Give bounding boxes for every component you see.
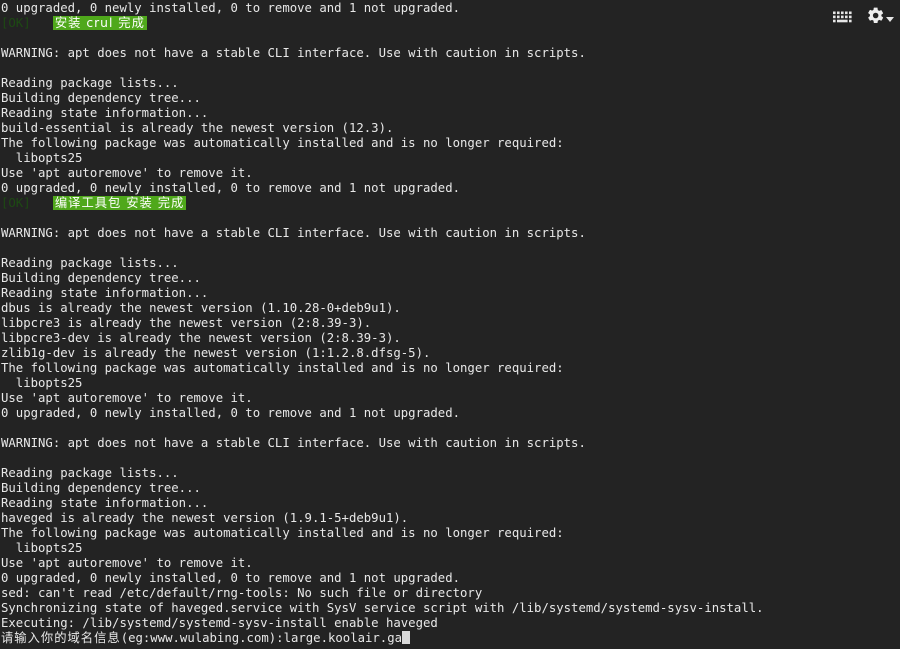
terminal-line: The following package was automatically …: [1, 526, 564, 540]
terminal-output: 0 upgraded, 0 newly installed, 0 to remo…: [1, 0, 900, 646]
terminal-line: libopts25: [1, 151, 83, 165]
settings-menu-button[interactable]: [866, 6, 894, 29]
prompt-label-cjk: 请输入你的域名信息: [1, 631, 121, 645]
terminal-line: dbus is already the newest version (1.10…: [1, 301, 401, 315]
terminal-line: haveged is already the newest version (1…: [1, 511, 409, 525]
floating-toolbar: [830, 6, 894, 29]
status-badge: 编译工具包 安装 完成: [52, 196, 187, 210]
terminal-line: Use 'apt autoremove' to remove it.: [1, 556, 253, 570]
terminal-line: sed: can't read /etc/default/rng-tools: …: [1, 586, 483, 600]
terminal-line: libopts25: [1, 541, 83, 555]
terminal-line: Use 'apt autoremove' to remove it.: [1, 391, 253, 405]
terminal-line: 0 upgraded, 0 newly installed, 0 to remo…: [1, 571, 461, 585]
terminal-line: 0 upgraded, 0 newly installed, 0 to remo…: [1, 406, 461, 420]
terminal-line: WARNING: apt does not have a stable CLI …: [1, 436, 586, 450]
terminal-line: Reading package lists...: [1, 256, 179, 270]
status-badge: 安装 crul 完成: [52, 16, 147, 30]
prompt-label-example: (eg:www.wulabing.com):: [120, 631, 284, 645]
terminal-line: Reading state information...: [1, 286, 209, 300]
terminal-line: Executing: /lib/systemd/systemd-sysv-ins…: [1, 616, 438, 630]
terminal-line: 0 upgraded, 0 newly installed, 0 to remo…: [1, 1, 461, 15]
terminal-window[interactable]: 0 upgraded, 0 newly installed, 0 to remo…: [0, 0, 900, 649]
terminal-line: Building dependency tree...: [1, 481, 201, 495]
terminal-line: libpcre3 is already the newest version (…: [1, 316, 372, 330]
terminal-line: libopts25: [1, 376, 83, 390]
terminal-line: WARNING: apt does not have a stable CLI …: [1, 226, 586, 240]
terminal-line: Building dependency tree...: [1, 271, 201, 285]
terminal-line: The following package was automatically …: [1, 361, 564, 375]
terminal-line: Use 'apt autoremove' to remove it.: [1, 166, 253, 180]
chevron-down-icon: [886, 16, 894, 22]
text-cursor: [402, 631, 411, 644]
domain-input-value[interactable]: large.koolair.ga: [284, 631, 402, 645]
gear-icon: [866, 6, 885, 29]
terminal-line: 0 upgraded, 0 newly installed, 0 to remo…: [1, 181, 461, 195]
terminal-line: [OK] 安装 crul 完成: [1, 16, 900, 31]
terminal-line: zlib1g-dev is already the newest version…: [1, 346, 431, 360]
terminal-line: Reading state information...: [1, 106, 209, 120]
status-ok-tag: [OK]: [1, 16, 31, 30]
keyboard-icon[interactable]: [830, 7, 856, 29]
terminal-line: Reading package lists...: [1, 76, 179, 90]
terminal-line: WARNING: apt does not have a stable CLI …: [1, 46, 586, 60]
prompt-line[interactable]: 请输入你的域名信息(eg:www.wulabing.com):large.koo…: [1, 631, 900, 646]
terminal-line: build-essential is already the newest ve…: [1, 121, 394, 135]
terminal-line: Building dependency tree...: [1, 91, 201, 105]
terminal-line: The following package was automatically …: [1, 136, 564, 150]
terminal-line: [OK] 编译工具包 安装 完成: [1, 196, 900, 211]
terminal-line: Reading state information...: [1, 496, 209, 510]
status-ok-tag: [OK]: [1, 196, 31, 210]
terminal-line: Reading package lists...: [1, 466, 179, 480]
terminal-line: Synchronizing state of haveged.service w…: [1, 601, 764, 615]
terminal-line: libpcre3-dev is already the newest versi…: [1, 331, 401, 345]
